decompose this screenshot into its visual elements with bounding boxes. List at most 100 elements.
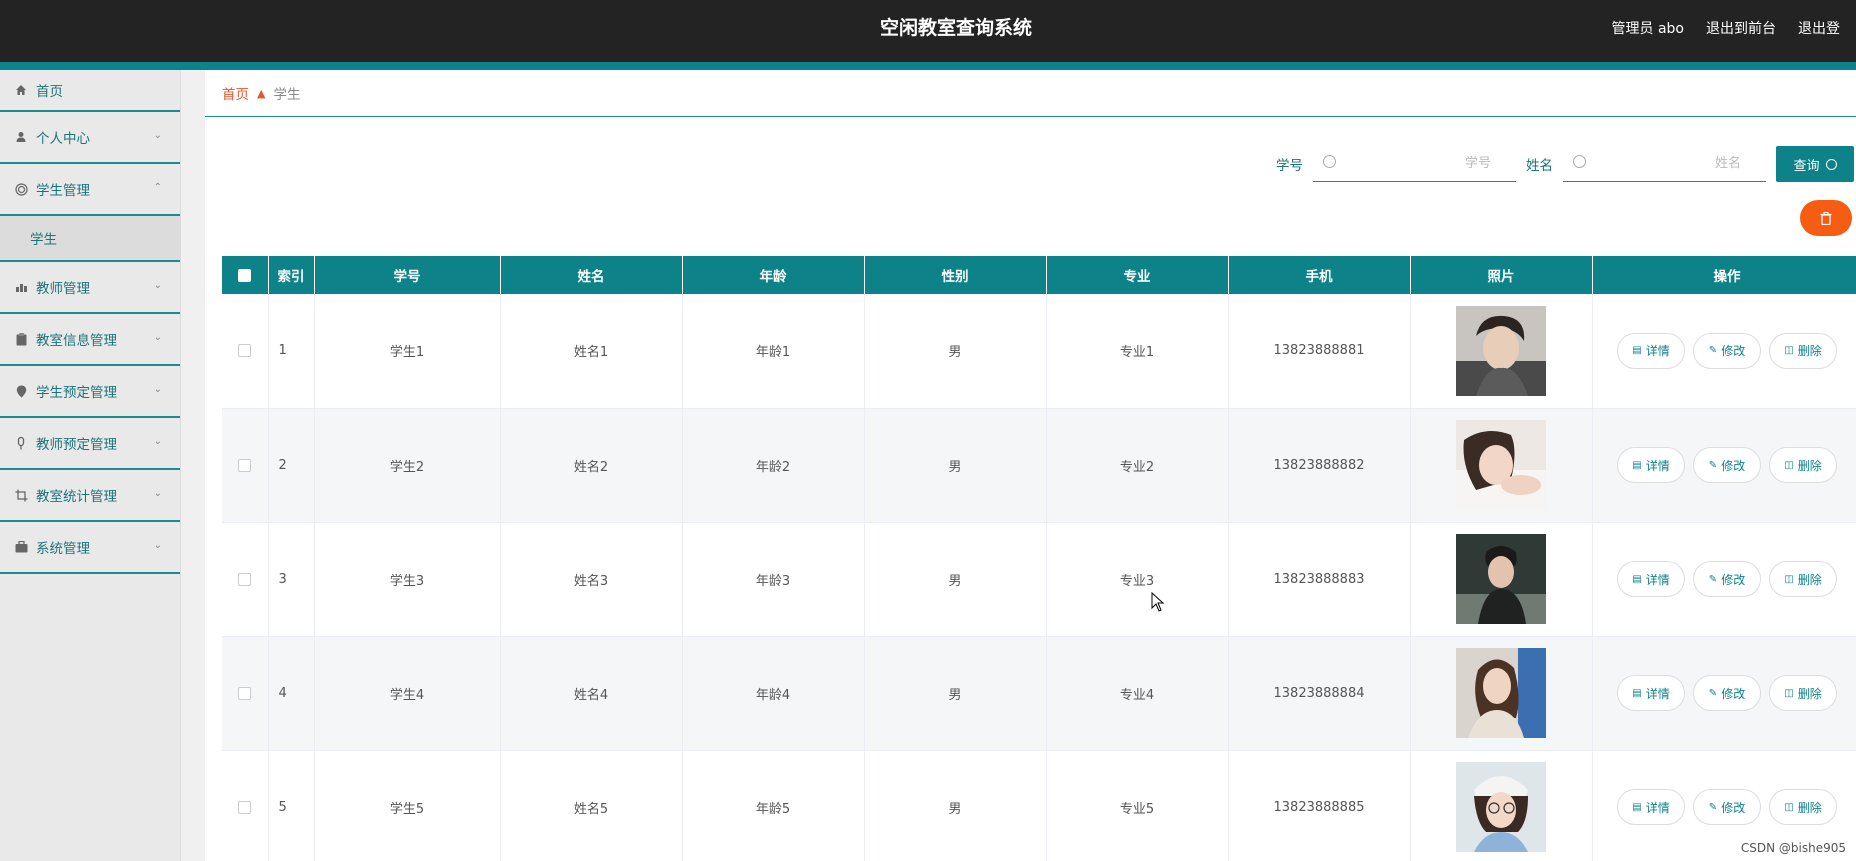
row-actions: ▤ 详情 ✎ 修改 ◫ 删除 [1593, 561, 1856, 597]
detail-button[interactable]: ▤ 详情 [1617, 675, 1685, 711]
mouse-cursor-icon [1151, 591, 1165, 616]
student-id-search [1313, 146, 1516, 182]
column-header[interactable]: 姓名 [500, 256, 683, 294]
column-header[interactable]: 索引 [268, 256, 315, 294]
cell-index: 5 [268, 750, 315, 861]
sidebar-item-teacher-booking[interactable]: 教师预定管理 ⌄ [0, 418, 180, 470]
sidebar-item-student-management[interactable]: 学生管理 ⌃ [0, 164, 180, 216]
breadcrumb-current: 学生 [273, 87, 301, 103]
row-checkbox[interactable] [238, 344, 252, 358]
column-header[interactable]: 学号 [314, 256, 501, 294]
student-photo[interactable] [1456, 534, 1546, 624]
sidebar-item-classroom-stats[interactable]: 教室统计管理 ⌄ [0, 470, 180, 522]
edit-button[interactable]: ✎ 修改 [1693, 789, 1761, 825]
cell-student-id: 学生4 [314, 636, 501, 751]
cell-gender: 男 [864, 294, 1047, 409]
header-accent-bar [0, 62, 1856, 70]
cell-name: 姓名5 [500, 750, 683, 861]
cell-age: 年龄1 [682, 294, 865, 409]
cell-gender: 男 [864, 522, 1047, 637]
trash-icon: ◫ [1784, 459, 1794, 471]
column-header[interactable]: 专业 [1046, 256, 1229, 294]
sidebar-item-classroom-info[interactable]: 教室信息管理 ⌄ [0, 314, 180, 366]
edit-button[interactable]: ✎ 修改 [1693, 675, 1761, 711]
table-row: 3 学生3 姓名3 年龄3 男 专业3 13823888883 ▤ 详情 ✎ 修… [222, 522, 1856, 637]
row-checkbox[interactable] [238, 686, 252, 700]
delete-button[interactable]: ◫ 删除 [1769, 447, 1837, 483]
column-header[interactable]: 年龄 [682, 256, 865, 294]
row-actions: ▤ 详情 ✎ 修改 ◫ 删除 [1593, 447, 1856, 483]
sidebar-item-profile[interactable]: 个人中心 ⌄ [0, 112, 180, 164]
cell-phone: 13823888885 [1228, 750, 1411, 861]
detail-button[interactable]: ▤ 详情 [1617, 447, 1685, 483]
student-id-input[interactable] [1343, 146, 1503, 180]
sidebar-item-label: 首页 [36, 84, 63, 100]
cell-major: 专业5 [1046, 750, 1229, 861]
target-icon [14, 182, 28, 196]
chevron-down-icon: ⌄ [153, 384, 162, 395]
chevron-down-icon: ⌄ [153, 436, 162, 447]
cell-student-id: 学生1 [314, 294, 501, 409]
row-checkbox[interactable] [238, 800, 252, 814]
cell-student-id: 学生5 [314, 750, 501, 861]
select-all-checkbox[interactable] [238, 268, 252, 282]
student-photo[interactable] [1456, 305, 1546, 396]
logout-link[interactable]: 退出登 [1798, 18, 1840, 38]
cell-name: 姓名4 [500, 636, 683, 751]
name-input[interactable] [1593, 146, 1753, 180]
trash-icon: ◫ [1784, 573, 1794, 585]
delete-button[interactable]: ◫ 删除 [1769, 789, 1837, 825]
cell-major: 专业2 [1046, 408, 1229, 523]
cell-name: 姓名1 [500, 294, 683, 409]
column-header[interactable]: 性别 [864, 256, 1047, 294]
pencil-icon: ✎ [1708, 459, 1718, 471]
select-all-cell [222, 256, 269, 294]
row-checkbox[interactable] [238, 572, 252, 586]
delete-button[interactable]: ◫ 删除 [1769, 675, 1837, 711]
sidebar-item-student-booking[interactable]: 学生预定管理 ⌄ [0, 366, 180, 418]
cell-phone: 13823888884 [1228, 636, 1411, 751]
sidebar-item-label: 个人中心 [36, 131, 90, 147]
detail-button[interactable]: ▤ 详情 [1617, 332, 1685, 369]
admin-label: 管理员 abo [1611, 21, 1684, 37]
sidebar: 首页 个人中心 ⌄ 学生管理 ⌃ 学生 教师管理 ⌄ 教室信息管理 ⌄ 学生预定… [0, 70, 181, 861]
sidebar-item-system[interactable]: 系统管理 ⌄ [0, 522, 180, 574]
delete-button[interactable]: ◫ 删除 [1769, 561, 1837, 597]
column-header[interactable]: 照片 [1410, 256, 1593, 294]
pencil-icon: ✎ [1708, 801, 1718, 813]
sidebar-item-home[interactable]: 首页 [0, 70, 180, 112]
cell-index: 4 [268, 636, 315, 751]
detail-button[interactable]: ▤ 详情 [1617, 789, 1685, 825]
column-header[interactable]: 手机 [1228, 256, 1411, 294]
table-row: 1 学生1 姓名1 年龄1 男 专业1 13823888881 ▤ 详情 ✎ 修… [222, 294, 1856, 409]
briefcase-icon [14, 540, 28, 554]
row-checkbox[interactable] [238, 458, 252, 472]
delete-button[interactable]: ◫ 删除 [1769, 332, 1837, 369]
name-search [1563, 146, 1766, 182]
edit-button[interactable]: ✎ 修改 [1693, 332, 1761, 369]
cell-gender: 男 [864, 408, 1047, 523]
student-photo[interactable] [1456, 762, 1546, 852]
batch-delete-button[interactable] [1800, 200, 1852, 236]
microphone-icon [14, 436, 28, 450]
sidebar-item-label: 学生管理 [36, 183, 90, 199]
sidebar-subitem-student[interactable]: 学生 [0, 216, 180, 262]
cell-name: 姓名3 [500, 522, 683, 637]
student-photo[interactable] [1456, 420, 1546, 510]
chevron-down-icon: ⌄ [153, 332, 162, 343]
sidebar-item-label: 教师管理 [36, 281, 90, 297]
row-actions: ▤ 详情 ✎ 修改 ◫ 删除 [1593, 675, 1856, 711]
back-to-front-link[interactable]: 退出到前台 [1706, 18, 1776, 38]
top-header: 空闲教室查询系统 管理员 abo 退出到前台 退出登 [0, 0, 1856, 70]
edit-button[interactable]: ✎ 修改 [1693, 447, 1761, 483]
trash-icon: ◫ [1784, 801, 1794, 813]
detail-button[interactable]: ▤ 详情 [1617, 561, 1685, 597]
student-photo[interactable] [1456, 648, 1546, 738]
search-bar: 学号 姓名 查询 [1276, 145, 1856, 183]
document-icon: ▤ [1632, 345, 1642, 357]
query-button[interactable]: 查询 [1776, 146, 1854, 182]
edit-button[interactable]: ✎ 修改 [1693, 561, 1761, 597]
sidebar-item-label: 教室统计管理 [36, 489, 117, 505]
breadcrumb-home[interactable]: 首页 [222, 83, 249, 103]
sidebar-item-teacher-management[interactable]: 教师管理 ⌄ [0, 262, 180, 314]
